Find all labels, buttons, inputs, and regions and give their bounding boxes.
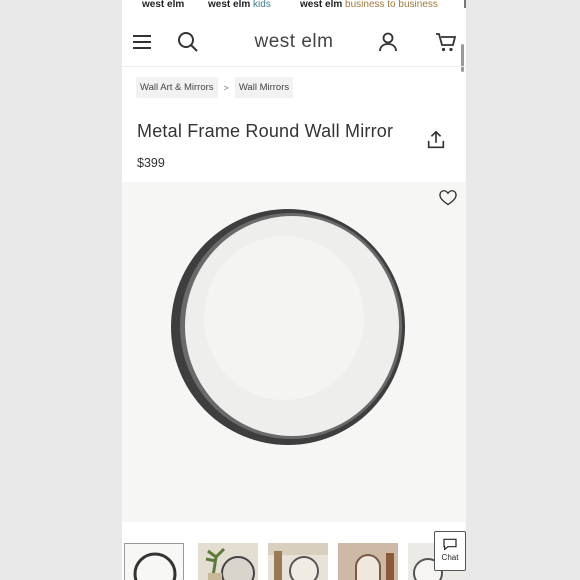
- brand-west-elm-kids[interactable]: west elm kids: [208, 0, 271, 10]
- chat-button[interactable]: Chat: [434, 531, 466, 571]
- heart-icon[interactable]: [438, 187, 458, 207]
- breadcrumb-separator: >: [223, 82, 229, 93]
- breadcrumb-wall-art-mirrors[interactable]: Wall Art & Mirrors: [136, 77, 218, 98]
- cart-icon[interactable]: [434, 30, 458, 54]
- product-image-mirror: [168, 206, 408, 446]
- thumbnail-arched-mirror[interactable]: [338, 543, 398, 580]
- account-icon[interactable]: [376, 30, 400, 54]
- background-blur-left: [0, 0, 122, 580]
- brand-bar-divider: [464, 0, 466, 8]
- brand-west-elm[interactable]: west elm: [142, 0, 184, 10]
- product-price: $399: [137, 156, 165, 170]
- header-nav: west elm: [122, 22, 466, 62]
- thumbnail-mirror-with-plant[interactable]: [198, 543, 258, 580]
- chat-bubble-icon: [443, 538, 457, 551]
- chat-label: Chat: [441, 553, 459, 562]
- breadcrumb-wall-mirrors[interactable]: Wall Mirrors: [234, 77, 294, 98]
- product-page: west elm west elm kids west elm business…: [122, 0, 466, 580]
- product-image-gallery[interactable]: [122, 182, 466, 522]
- scrollbar[interactable]: [461, 44, 464, 72]
- product-title: Metal Frame Round Wall Mirror: [137, 121, 394, 141]
- thumbnail-round-mirror[interactable]: [124, 543, 184, 580]
- share-icon[interactable]: [425, 129, 447, 151]
- background-blur-right: [466, 0, 580, 580]
- breadcrumb: Wall Art & Mirrors > Wall Mirrors: [136, 77, 294, 98]
- brand-bar: west elm west elm kids west elm business…: [122, 0, 466, 14]
- thumbnail-strip: [122, 543, 466, 580]
- header-divider: [122, 66, 466, 67]
- thumbnail-console-with-mirror[interactable]: [268, 543, 328, 580]
- brand-west-elm-business[interactable]: west elm business to business: [300, 0, 438, 10]
- site-logo[interactable]: west elm: [122, 31, 466, 53]
